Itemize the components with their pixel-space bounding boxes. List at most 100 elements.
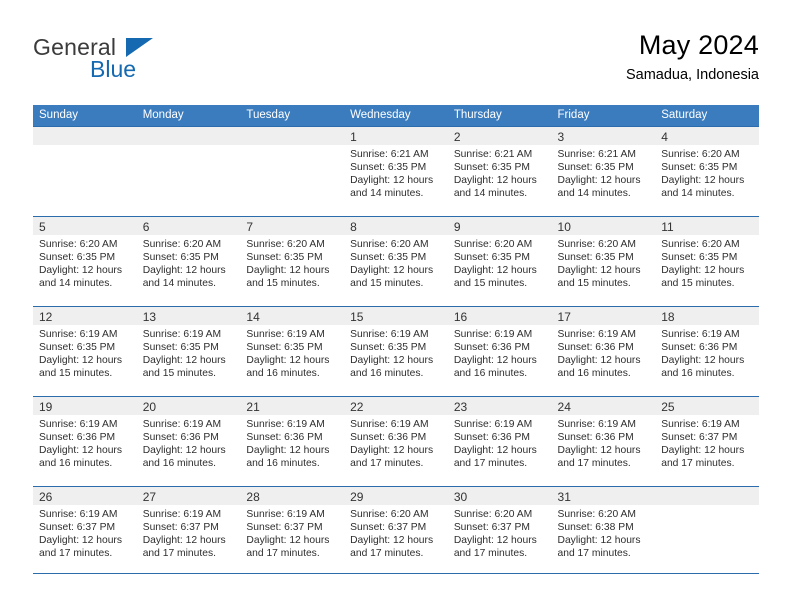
day-cell[interactable]: 29 Sunrise: 6:20 AM Sunset: 6:37 PM Dayligh… [344, 486, 448, 576]
day-number-bar: 29 [344, 487, 448, 505]
day-cell[interactable]: 28 Sunrise: 6:19 AM Sunset: 6:37 PM Dayligh… [240, 486, 345, 576]
day-details: Sunrise: 6:20 AM Sunset: 6:35 PM Daylight:… [655, 235, 759, 291]
day-cell[interactable]: 8 Sunrise: 6:20 AM Sunset: 6:35 PM Daylight… [344, 216, 448, 306]
calendar-cell: 31 Sunrise: 6:20 AM Sunset: 6:38 PM Dayligh… [551, 486, 656, 576]
daylight-text-line2: and 17 minutes. [39, 547, 113, 559]
sunrise-text: Sunrise: 6:20 AM [453, 509, 533, 520]
daylight-text-line2: and 15 minutes. [557, 277, 631, 289]
page-title: May 2024 [638, 30, 759, 60]
day-cell[interactable]: 2 Sunrise: 6:21 AM Sunset: 6:35 PM Daylight… [447, 126, 552, 216]
sunrise-text: Sunrise: 6:19 AM [39, 509, 118, 520]
daylight-text-line1: Daylight: 12 hours [39, 534, 122, 546]
sunset-text: Sunset: 6:35 PM [39, 251, 116, 263]
day-number-bar: 23 [447, 397, 552, 415]
sunset-text: Sunset: 6:36 PM [661, 341, 738, 353]
day-cell[interactable]: 23 Sunrise: 6:19 AM Sunset: 6:36 PM Dayligh… [447, 396, 552, 486]
day-number: 25 [661, 400, 675, 414]
sunset-text: Sunset: 6:36 PM [350, 431, 427, 443]
day-cell[interactable]: 11 Sunrise: 6:20 AM Sunset: 6:35 PM Dayligh… [655, 216, 759, 306]
daylight-text-line2: and 14 minutes. [350, 187, 424, 199]
day-number-bar: 17 [551, 307, 656, 325]
weekday-header-tuesday: Tuesday [240, 105, 345, 126]
day-number: 22 [350, 400, 364, 414]
day-cell[interactable]: 30 Sunrise: 6:20 AM Sunset: 6:37 PM Dayligh… [447, 486, 552, 576]
sunset-text: Sunset: 6:38 PM [557, 521, 634, 533]
day-cell[interactable]: 5 Sunrise: 6:20 AM Sunset: 6:35 PM Daylight… [33, 216, 137, 306]
day-cell[interactable]: 18 Sunrise: 6:19 AM Sunset: 6:36 PM Dayligh… [655, 306, 759, 396]
daylight-text-line1: Daylight: 12 hours [661, 444, 745, 456]
calendar-cell: 21 Sunrise: 6:19 AM Sunset: 6:36 PM Dayligh… [240, 396, 345, 486]
day-cell[interactable]: 1 Sunrise: 6:21 AM Sunset: 6:35 PM Daylight… [344, 126, 448, 216]
daylight-text-line1: Daylight: 12 hours [142, 264, 226, 276]
day-details: Sunrise: 6:20 AM Sunset: 6:35 PM Daylight:… [448, 235, 552, 291]
day-number-bar: 31 [551, 487, 656, 505]
day-details: Sunrise: 6:19 AM Sunset: 6:37 PM Daylight:… [33, 505, 137, 561]
day-details: Sunrise: 6:20 AM Sunset: 6:38 PM Daylight:… [552, 505, 656, 561]
sunset-text: Sunset: 6:35 PM [350, 161, 427, 173]
sunset-text: Sunset: 6:37 PM [246, 521, 323, 533]
day-cell[interactable]: 16 Sunrise: 6:19 AM Sunset: 6:36 PM Dayligh… [447, 306, 552, 396]
daylight-text-line2: and 17 minutes. [350, 457, 424, 469]
day-details: Sunrise: 6:19 AM Sunset: 6:36 PM Daylight:… [137, 415, 241, 471]
calendar-cell [33, 126, 137, 216]
sunset-text: Sunset: 6:35 PM [350, 251, 427, 263]
day-cell-empty [33, 126, 137, 216]
day-details: Sunrise: 6:19 AM Sunset: 6:36 PM Daylight:… [448, 325, 552, 381]
day-cell[interactable]: 20 Sunrise: 6:19 AM Sunset: 6:36 PM Dayligh… [136, 396, 241, 486]
day-cell[interactable]: 3 Sunrise: 6:21 AM Sunset: 6:35 PM Daylight… [551, 126, 656, 216]
sunrise-text: Sunrise: 6:20 AM [246, 239, 325, 250]
day-cell[interactable]: 21 Sunrise: 6:19 AM Sunset: 6:36 PM Dayligh… [240, 396, 345, 486]
day-cell[interactable]: 10 Sunrise: 6:20 AM Sunset: 6:35 PM Dayligh… [551, 216, 656, 306]
day-number-bar: 20 [136, 397, 241, 415]
sunrise-text: Sunrise: 6:21 AM [453, 149, 533, 160]
day-cell[interactable]: 22 Sunrise: 6:19 AM Sunset: 6:36 PM Dayligh… [344, 396, 448, 486]
day-cell[interactable]: 27 Sunrise: 6:19 AM Sunset: 6:37 PM Dayligh… [136, 486, 241, 576]
calendar-cell: 17 Sunrise: 6:19 AM Sunset: 6:36 PM Dayligh… [551, 306, 656, 396]
day-cell[interactable]: 7 Sunrise: 6:20 AM Sunset: 6:35 PM Daylight… [240, 216, 345, 306]
calendar-cell: 2 Sunrise: 6:21 AM Sunset: 6:35 PM Daylight… [447, 126, 552, 216]
calendar-week-row: 5 Sunrise: 6:20 AM Sunset: 6:35 PM Daylight… [33, 216, 759, 306]
sunrise-text: Sunrise: 6:20 AM [557, 239, 636, 250]
day-cell[interactable]: 14 Sunrise: 6:19 AM Sunset: 6:35 PM Dayligh… [240, 306, 345, 396]
day-cell[interactable]: 4 Sunrise: 6:20 AM Sunset: 6:35 PM Daylight… [655, 126, 759, 216]
day-number-bar: 5 [33, 217, 137, 235]
daylight-text-line2: and 16 minutes. [453, 367, 528, 379]
calendar-cell: 8 Sunrise: 6:20 AM Sunset: 6:35 PM Daylight… [344, 216, 448, 306]
day-cell[interactable]: 19 Sunrise: 6:19 AM Sunset: 6:36 PM Dayligh… [33, 396, 137, 486]
sunrise-text: Sunrise: 6:19 AM [142, 329, 222, 340]
general-blue-logo[interactable]: General Blue [33, 34, 213, 90]
calendar-week-row: 19 Sunrise: 6:19 AM Sunset: 6:36 PM Dayligh… [33, 396, 759, 486]
day-number: 10 [557, 220, 571, 234]
daylight-text-line1: Daylight: 12 hours [453, 264, 537, 276]
day-cell[interactable]: 31 Sunrise: 6:20 AM Sunset: 6:38 PM Dayligh… [551, 486, 656, 576]
day-cell[interactable]: 17 Sunrise: 6:19 AM Sunset: 6:36 PM Dayligh… [551, 306, 656, 396]
daylight-text-line2: and 16 minutes. [142, 457, 216, 469]
day-cell[interactable]: 26 Sunrise: 6:19 AM Sunset: 6:37 PM Dayligh… [33, 486, 137, 576]
day-cell[interactable]: 12 Sunrise: 6:19 AM Sunset: 6:35 PM Dayligh… [33, 306, 137, 396]
daylight-text-line1: Daylight: 12 hours [350, 534, 434, 546]
sunrise-text: Sunrise: 6:20 AM [39, 239, 118, 250]
day-cell[interactable]: 24 Sunrise: 6:19 AM Sunset: 6:36 PM Dayligh… [551, 396, 656, 486]
page-subtitle: Samadua, Indonesia [625, 67, 759, 83]
daylight-text-line2: and 14 minutes. [142, 277, 216, 289]
day-cell[interactable]: 13 Sunrise: 6:19 AM Sunset: 6:35 PM Dayligh… [136, 306, 241, 396]
day-cell[interactable]: 15 Sunrise: 6:19 AM Sunset: 6:35 PM Dayligh… [344, 306, 448, 396]
sunrise-text: Sunrise: 6:20 AM [557, 509, 636, 520]
daylight-text-line1: Daylight: 12 hours [246, 444, 330, 456]
sunset-text: Sunset: 6:37 PM [350, 521, 427, 533]
weekday-header-friday: Friday [551, 105, 656, 126]
day-cell[interactable]: 25 Sunrise: 6:19 AM Sunset: 6:37 PM Dayligh… [655, 396, 759, 486]
sunrise-text: Sunrise: 6:19 AM [350, 329, 429, 340]
day-number-bar: 1 [344, 127, 448, 145]
day-number: 24 [557, 400, 571, 414]
day-details: Sunrise: 6:21 AM Sunset: 6:35 PM Daylight:… [552, 145, 656, 201]
title-block: May 2024 Samadua, Indonesia [626, 28, 759, 86]
sunset-text: Sunset: 6:35 PM [453, 161, 530, 173]
calendar-cell: 12 Sunrise: 6:19 AM Sunset: 6:35 PM Dayligh… [33, 306, 137, 396]
day-cell[interactable]: 9 Sunrise: 6:20 AM Sunset: 6:35 PM Daylight… [447, 216, 552, 306]
daylight-text-line1: Daylight: 12 hours [453, 174, 537, 186]
day-cell[interactable]: 6 Sunrise: 6:20 AM Sunset: 6:35 PM Daylight… [136, 216, 241, 306]
calendar-cell: 24 Sunrise: 6:19 AM Sunset: 6:36 PM Dayligh… [551, 396, 656, 486]
calendar-cell: 3 Sunrise: 6:21 AM Sunset: 6:35 PM Daylight… [551, 126, 656, 216]
day-number: 7 [246, 220, 254, 234]
